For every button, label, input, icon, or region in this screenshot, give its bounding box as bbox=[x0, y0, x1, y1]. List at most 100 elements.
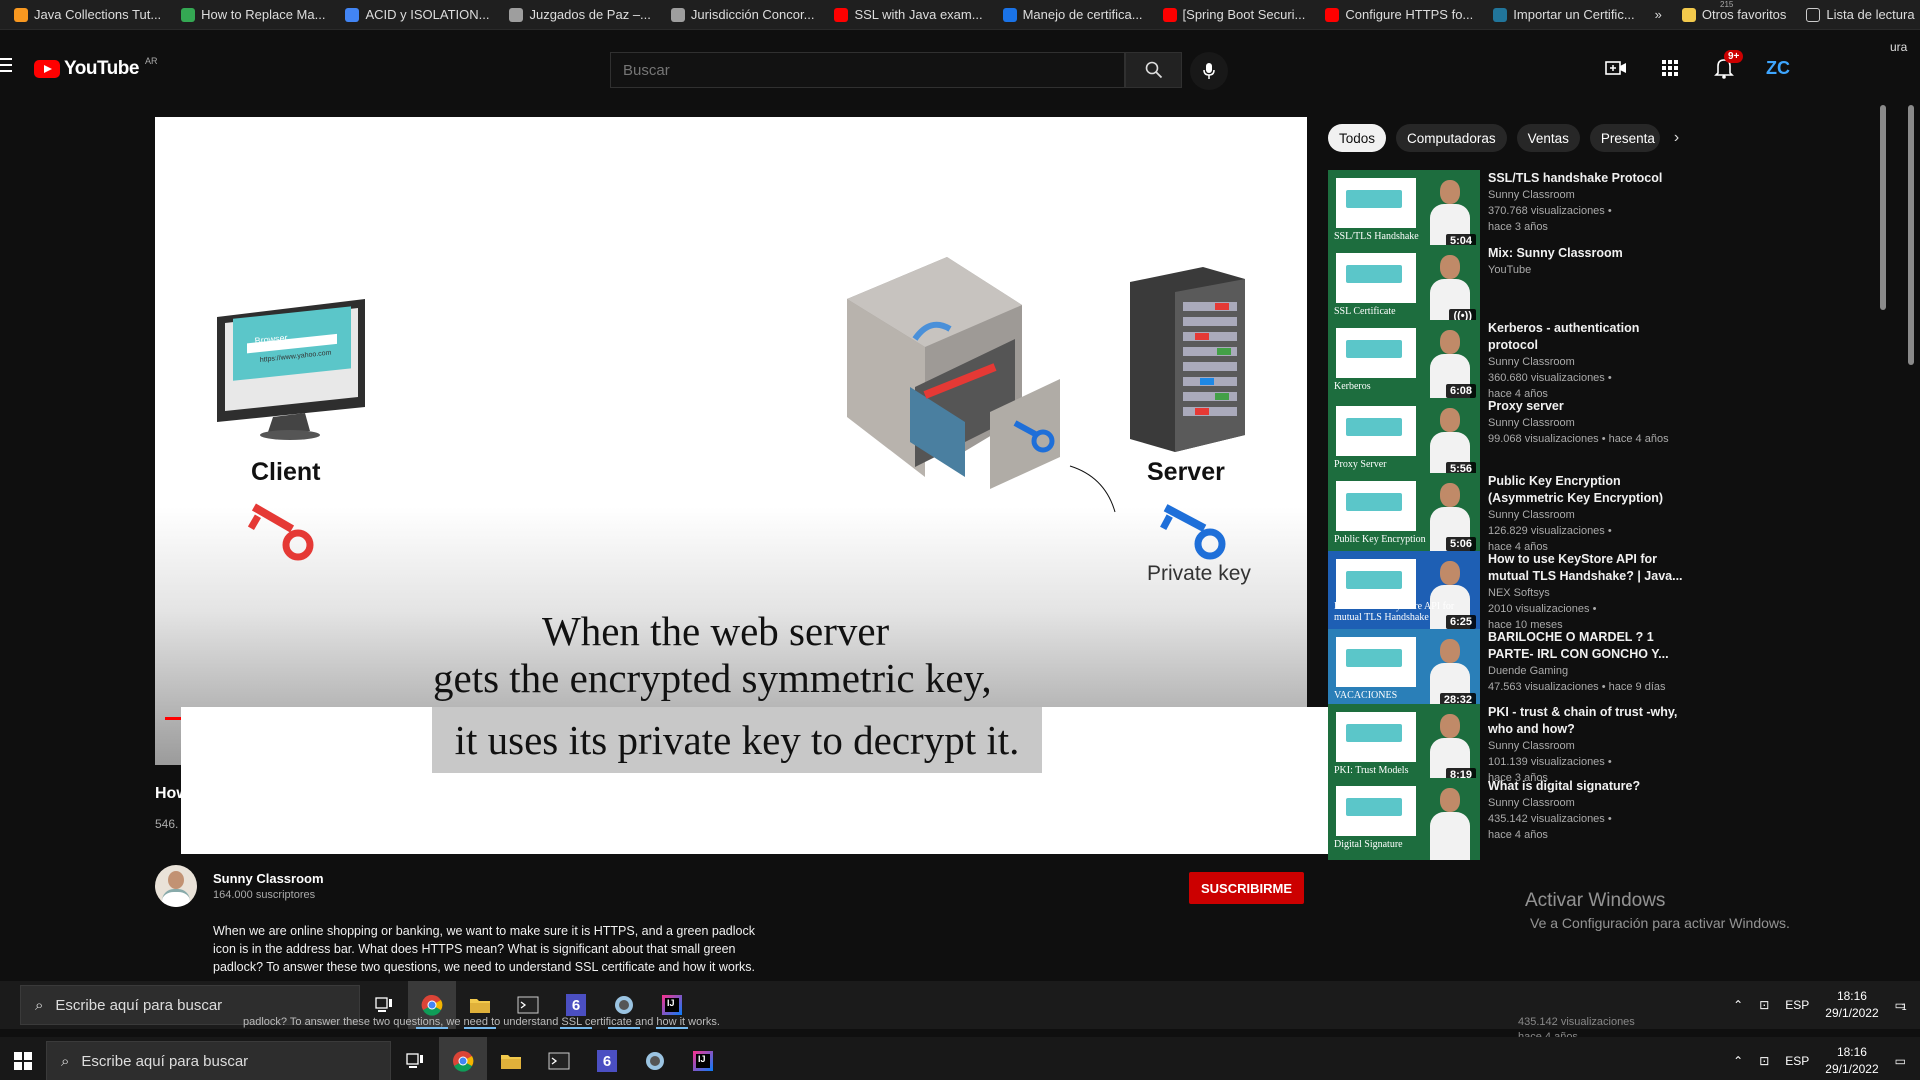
create-video-button[interactable] bbox=[1604, 56, 1628, 80]
recommendation-item[interactable]: SSL/TLS Handshake 5:04 SSL/TLS handshake P… bbox=[1328, 170, 1698, 256]
windows-search-input[interactable]: ⌕ Escribe aquí para buscar bbox=[46, 1041, 391, 1080]
recommendation-views: 101.139 visualizaciones • bbox=[1488, 756, 1612, 768]
recommendation-thumbnail[interactable]: PKI: Trust Models 8:19 bbox=[1328, 704, 1480, 786]
recommendation-title[interactable]: Proxy server bbox=[1488, 398, 1688, 415]
clock[interactable]: 18:16 29/1/2022 bbox=[1825, 1044, 1878, 1078]
caption-line-3: it uses its private key to decrypt it. bbox=[432, 707, 1042, 773]
apps-button[interactable] bbox=[1658, 56, 1682, 80]
chip-computadoras[interactable]: Computadoras bbox=[1396, 124, 1507, 152]
subscribe-button[interactable]: SUSCRIBIRME bbox=[1189, 872, 1304, 904]
video-player[interactable]: Browser https://www.yahoo.com Client Ser… bbox=[155, 117, 1307, 765]
reading-list-button[interactable]: Lista de lectura bbox=[1796, 1, 1920, 29]
page-scrollbar[interactable] bbox=[1880, 105, 1886, 310]
recommendation-item[interactable]: Kerberos 6:08 Kerberos - authentication pr… bbox=[1328, 320, 1698, 406]
chevron-up-icon[interactable]: ⌃ bbox=[1733, 998, 1743, 1012]
chrome-taskbar-icon[interactable] bbox=[439, 1037, 487, 1080]
bookmarks-bar: Java Collections Tut... How to Replace Ma… bbox=[0, 0, 1920, 30]
eclipse-six-icon[interactable]: 6 bbox=[583, 1037, 631, 1080]
channel-avatar[interactable] bbox=[155, 865, 197, 907]
chevron-right-icon[interactable]: › bbox=[1674, 129, 1679, 147]
recommendation-item[interactable]: How to Use KeyStore API for mutual TLS H… bbox=[1328, 551, 1698, 637]
recommendation-title[interactable]: PKI - trust & chain of trust -why, who a… bbox=[1488, 704, 1688, 738]
bookmark-favicon-icon bbox=[1162, 7, 1177, 22]
terminal-icon[interactable] bbox=[535, 1037, 583, 1080]
video-views: 546. bbox=[155, 817, 179, 831]
thumbnail-label: Public Key Encryption bbox=[1334, 534, 1426, 545]
task-view-icon[interactable] bbox=[391, 1037, 439, 1080]
bookmark-item[interactable]: How to Replace Ma... bbox=[171, 1, 335, 29]
bookmark-item[interactable]: Importar un Certific... bbox=[1483, 1, 1644, 29]
window-scrollbar[interactable] bbox=[1908, 105, 1914, 365]
menu-icon[interactable] bbox=[0, 58, 12, 76]
presenter-figure bbox=[1426, 784, 1474, 860]
recommendation-item[interactable]: VACACIONES 28:32 BARILOCHE O MARDEL ? 1 PA… bbox=[1328, 629, 1698, 715]
server-label: Server bbox=[1147, 458, 1225, 486]
video-progress-bar[interactable] bbox=[165, 717, 181, 720]
notification-count-badge: 9+ bbox=[1724, 50, 1744, 63]
bookmark-item[interactable]: Manejo de certifica... bbox=[993, 1, 1153, 29]
microphone-icon bbox=[1203, 63, 1215, 79]
account-avatar[interactable]: ZC bbox=[1766, 56, 1790, 80]
recommendation-title[interactable]: What is digital signature? bbox=[1488, 778, 1688, 795]
recommendation-title[interactable]: Public Key Encryption (Asymmetric Key En… bbox=[1488, 473, 1688, 507]
file-explorer-icon[interactable] bbox=[487, 1037, 535, 1080]
recommendation-title[interactable]: BARILOCHE O MARDEL ? 1 PARTE- IRL CON GO… bbox=[1488, 629, 1688, 663]
language-indicator[interactable]: ESP bbox=[1785, 998, 1809, 1012]
recommendation-item[interactable]: Proxy Server 5:56 Proxy server Sunny Classr… bbox=[1328, 398, 1698, 484]
recommendation-thumbnail[interactable]: VACACIONES 28:32 bbox=[1328, 629, 1480, 711]
bookmark-item[interactable]: Java Collections Tut... bbox=[4, 1, 171, 29]
recommendation-title[interactable]: SSL/TLS handshake Protocol bbox=[1488, 170, 1688, 187]
youtube-play-icon bbox=[34, 60, 60, 78]
voice-search-button[interactable] bbox=[1190, 52, 1228, 90]
notifications-button[interactable]: 9+ bbox=[1712, 50, 1744, 80]
recommendation-thumbnail[interactable]: Proxy Server 5:56 bbox=[1328, 398, 1480, 480]
chip-presentaciones[interactable]: Presenta bbox=[1589, 124, 1660, 152]
intellij-icon[interactable]: IJ bbox=[679, 1037, 727, 1080]
bookmark-item[interactable]: Jurisdicción Concor... bbox=[661, 1, 825, 29]
recommendation-thumbnail[interactable]: Kerberos 6:08 bbox=[1328, 320, 1480, 402]
notifications-center-icon[interactable]: ▭ 1 bbox=[1895, 998, 1907, 1012]
chip-ventas[interactable]: Ventas bbox=[1516, 124, 1580, 152]
thumbnail-slide bbox=[1336, 637, 1416, 687]
windows-start-icon[interactable] bbox=[0, 1052, 46, 1070]
bookmark-item[interactable]: [Spring Boot Securi... bbox=[1153, 1, 1316, 29]
bookmark-item[interactable]: Juzgados de Paz –... bbox=[499, 1, 660, 29]
clock[interactable]: 18:16 29/1/2022 bbox=[1825, 988, 1878, 1022]
recommendation-title[interactable]: Kerberos - authentication protocol bbox=[1488, 320, 1688, 354]
recommendation-thumbnail[interactable]: SSL Certificate ((•)) bbox=[1328, 245, 1480, 327]
chevron-up-icon[interactable]: ⌃ bbox=[1733, 1054, 1743, 1068]
other-bookmarks-folder[interactable]: Otros favoritos bbox=[1672, 1, 1797, 29]
recommendation-title[interactable]: Mix: Sunny Classroom bbox=[1488, 245, 1688, 262]
bookmarks-overflow-button[interactable]: » bbox=[1645, 1, 1672, 29]
search-input[interactable] bbox=[610, 52, 1125, 88]
postman-icon[interactable] bbox=[631, 1037, 679, 1080]
reading-list-icon bbox=[1806, 7, 1821, 22]
chip-todos[interactable]: Todos bbox=[1328, 124, 1387, 152]
recommendation-item[interactable]: SSL Certificate ((•)) Mix: Sunny Classroom… bbox=[1328, 245, 1698, 331]
recommendation-title[interactable]: How to use KeyStore API for mutual TLS H… bbox=[1488, 551, 1688, 585]
search-button[interactable] bbox=[1125, 52, 1182, 88]
recommendation-channel: Sunny Classroom bbox=[1488, 356, 1575, 368]
channel-subscribers: 164.000 suscriptores bbox=[213, 889, 316, 901]
recommendation-item[interactable]: Public Key Encryption 5:06 Public Key Encr… bbox=[1328, 473, 1698, 559]
language-indicator[interactable]: ESP bbox=[1785, 1054, 1809, 1068]
recommendation-thumbnail[interactable]: How to Use KeyStore API for mutual TLS H… bbox=[1328, 551, 1480, 633]
recommendation-views: 435.142 visualizaciones • bbox=[1488, 813, 1612, 825]
notifications-center-icon[interactable]: ▭ bbox=[1895, 1054, 1906, 1068]
youtube-logo[interactable]: YouTube AR bbox=[34, 56, 157, 80]
thumbnail-slide bbox=[1336, 253, 1416, 303]
recommendation-thumbnail[interactable]: Digital Signature bbox=[1328, 778, 1480, 860]
recommendation-item[interactable]: Digital Signature What is digital signatu… bbox=[1328, 778, 1698, 864]
network-icon[interactable]: ⊡ bbox=[1759, 998, 1769, 1012]
bookmark-item[interactable]: ACID y ISOLATION... bbox=[335, 1, 499, 29]
red-symmetric-key-icon bbox=[247, 503, 314, 561]
recommendation-thumbnail[interactable]: Public Key Encryption 5:06 bbox=[1328, 473, 1480, 555]
private-key-label: Private key bbox=[1147, 562, 1251, 585]
recommendation-views: 2010 visualizaciones • bbox=[1488, 603, 1597, 615]
recommendation-thumbnail[interactable]: SSL/TLS Handshake 5:04 bbox=[1328, 170, 1480, 252]
bookmark-item[interactable]: SSL with Java exam... bbox=[824, 1, 992, 29]
caption-line-1: When the web server bbox=[542, 608, 890, 654]
network-icon[interactable]: ⊡ bbox=[1759, 1054, 1769, 1068]
channel-name[interactable]: Sunny Classroom bbox=[213, 871, 324, 886]
bookmark-item[interactable]: Configure HTTPS fo... bbox=[1315, 1, 1483, 29]
